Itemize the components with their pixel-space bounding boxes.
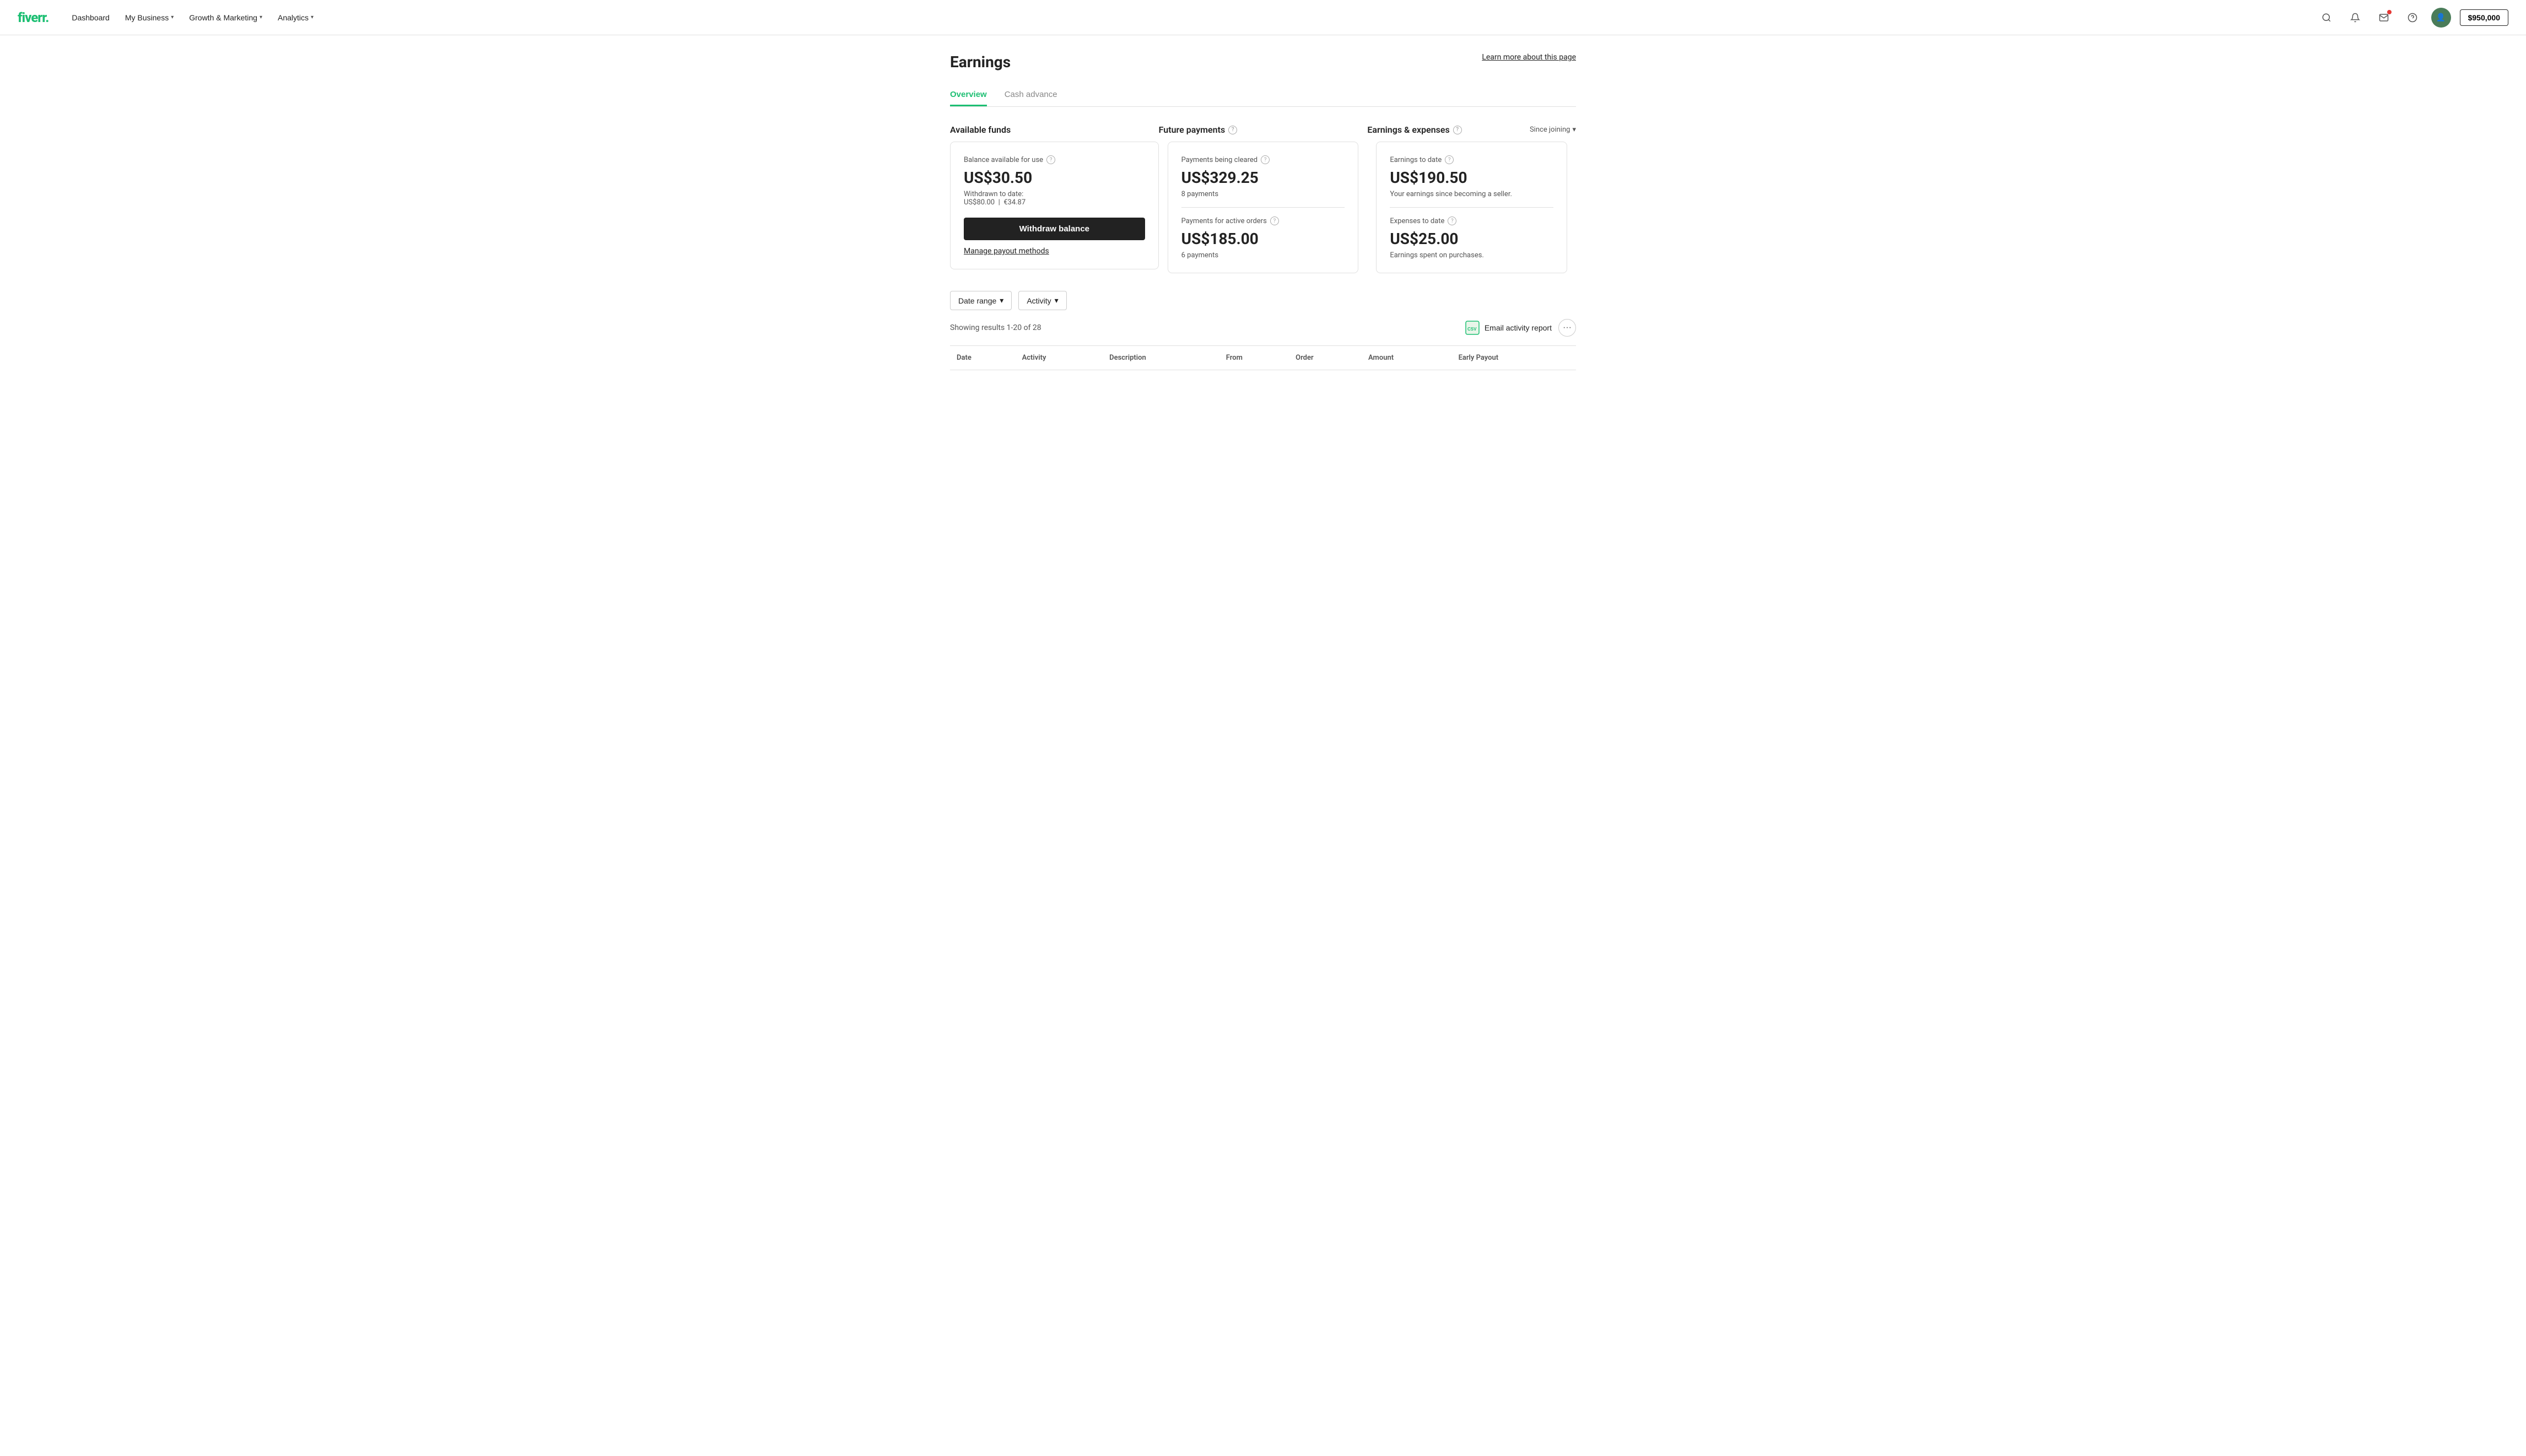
earnings-table: Date Activity Description From Order Amo… [950, 345, 1576, 370]
logo-dot: . [45, 10, 48, 25]
balance-label: Balance available for use ? [964, 155, 1145, 164]
earnings-expenses-header: Earnings & expenses ? Since joining ▾ [1367, 125, 1576, 135]
activity-filter[interactable]: Activity ▾ [1018, 291, 1066, 310]
chevron-down-icon: ▾ [1572, 126, 1576, 134]
col-description: Description [1103, 346, 1219, 370]
page-title: Earnings [950, 53, 1011, 71]
expenses-to-date-sub: Earnings spent on purchases. [1390, 251, 1553, 259]
cards-row: Available funds Balance available for us… [950, 125, 1576, 273]
expenses-to-date-label: Expenses to date ? [1390, 216, 1553, 225]
col-from: From [1219, 346, 1289, 370]
earnings-to-date-info-icon[interactable]: ? [1445, 155, 1454, 164]
balance-button[interactable]: $950,000 [2460, 9, 2508, 26]
tab-overview[interactable]: Overview [950, 84, 987, 106]
page-container: Earnings Learn more about this page Over… [932, 35, 1594, 370]
col-early-payout: Early Payout [1452, 346, 1576, 370]
payments-clearing-card: Payments being cleared ? US$329.25 8 pay… [1168, 142, 1359, 273]
earnings-to-date-amount: US$190.50 [1390, 169, 1553, 187]
nav-left: fiverr. Dashboard My Business ▾ Growth &… [18, 10, 319, 25]
messages-icon[interactable] [2374, 8, 2394, 28]
future-payments-section: Future payments ? Payments being cleared… [1159, 125, 1368, 273]
expenses-to-date-amount: US$25.00 [1390, 230, 1553, 248]
manage-payout-link[interactable]: Manage payout methods [964, 247, 1049, 256]
search-icon[interactable] [2317, 8, 2336, 28]
table-actions: CSV Email activity report ··· [1465, 319, 1576, 337]
clearing-sub: 8 payments [1181, 190, 1345, 198]
chevron-down-icon: ▾ [311, 14, 314, 20]
nav-my-business[interactable]: My Business ▾ [120, 10, 179, 25]
chevron-down-icon: ▾ [1055, 296, 1059, 305]
active-orders-sub: 6 payments [1181, 251, 1345, 259]
withdraw-balance-button[interactable]: Withdraw balance [964, 218, 1145, 240]
since-joining-dropdown[interactable]: Since joining ▾ [1530, 126, 1576, 134]
table-header: Date Activity Description From Order Amo… [950, 346, 1576, 370]
email-activity-report-button[interactable]: CSV Email activity report [1465, 320, 1552, 335]
tabs: Overview Cash advance [950, 84, 1576, 107]
clearing-label: Payments being cleared ? [1181, 155, 1345, 164]
earnings-expenses-title: Earnings & expenses ? [1367, 125, 1461, 135]
logo[interactable]: fiverr. [18, 10, 48, 25]
balance-info-icon[interactable]: ? [1046, 155, 1055, 164]
balance-amount: US$30.50 [964, 169, 1145, 187]
learn-more-link[interactable]: Learn more about this page [1482, 53, 1576, 62]
col-order: Order [1289, 346, 1362, 370]
more-options-button[interactable]: ··· [1558, 319, 1576, 337]
col-activity: Activity [1016, 346, 1103, 370]
chevron-down-icon: ▾ [260, 14, 262, 20]
earnings-to-date-label: Earnings to date ? [1390, 155, 1553, 164]
notification-icon[interactable] [2345, 8, 2365, 28]
nav-right: 👤 $950,000 [2317, 8, 2508, 28]
message-badge [2387, 10, 2392, 14]
csv-icon: CSV [1465, 320, 1480, 335]
active-orders-info-icon[interactable]: ? [1270, 216, 1279, 225]
date-range-filter[interactable]: Date range ▾ [950, 291, 1012, 310]
earnings-to-date-sub: Your earnings since becoming a seller. [1390, 190, 1553, 198]
future-payments-title: Future payments ? [1159, 125, 1238, 135]
results-count: Showing results 1-20 of 28 [950, 323, 1041, 332]
svg-text:CSV: CSV [1467, 327, 1477, 332]
page-header: Earnings Learn more about this page [950, 53, 1576, 71]
earnings-expenses-info-icon[interactable]: ? [1453, 126, 1462, 134]
available-funds-title: Available funds [950, 125, 1011, 135]
chevron-down-icon: ▾ [1000, 296, 1003, 305]
clearing-info-icon[interactable]: ? [1261, 155, 1270, 164]
avatar[interactable]: 👤 [2431, 8, 2451, 28]
available-funds-header: Available funds [950, 125, 1159, 135]
navbar: fiverr. Dashboard My Business ▾ Growth &… [0, 0, 2526, 35]
table-header-row: Date Activity Description From Order Amo… [950, 346, 1576, 370]
available-funds-section: Available funds Balance available for us… [950, 125, 1159, 273]
table: Date Activity Description From Order Amo… [950, 346, 1576, 370]
nav-dashboard[interactable]: Dashboard [66, 10, 115, 25]
col-date: Date [950, 346, 1016, 370]
active-orders-amount: US$185.00 [1181, 230, 1345, 248]
filters-row: Date range ▾ Activity ▾ [950, 291, 1576, 310]
results-row: Showing results 1-20 of 28 CSV Email act… [950, 319, 1576, 337]
earnings-expenses-card: Earnings to date ? US$190.50 Your earnin… [1376, 142, 1567, 273]
withdrawn-row: Withdrawn to date: US$80.00 | €34.87 [964, 190, 1145, 207]
expenses-to-date-info-icon[interactable]: ? [1448, 216, 1456, 225]
nav-growth-marketing[interactable]: Growth & Marketing ▾ [183, 10, 268, 25]
clearing-amount: US$329.25 [1181, 169, 1345, 187]
logo-text: fiverr [18, 10, 45, 25]
col-amount: Amount [1362, 346, 1452, 370]
available-funds-card: Balance available for use ? US$30.50 Wit… [950, 142, 1159, 269]
active-orders-label: Payments for active orders ? [1181, 216, 1345, 225]
nav-analytics[interactable]: Analytics ▾ [272, 10, 319, 25]
nav-links: Dashboard My Business ▾ Growth & Marketi… [66, 10, 319, 25]
future-payments-info-icon[interactable]: ? [1228, 126, 1237, 134]
chevron-down-icon: ▾ [171, 14, 174, 20]
earnings-expenses-section: Earnings & expenses ? Since joining ▾ Ea… [1367, 125, 1576, 273]
future-payments-header: Future payments ? [1159, 125, 1368, 135]
help-icon[interactable] [2403, 8, 2422, 28]
tab-cash-advance[interactable]: Cash advance [1005, 84, 1057, 106]
